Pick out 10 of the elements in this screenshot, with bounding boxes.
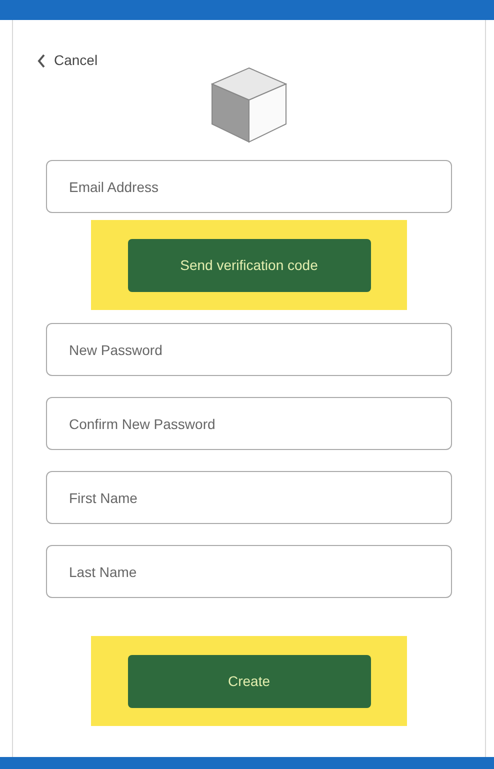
input-field[interactable]: New Password (46, 323, 452, 376)
action-button[interactable]: Create (128, 654, 370, 708)
input-field[interactable]: Confirm New Password (46, 397, 452, 450)
input-field[interactable]: Last Name (46, 545, 452, 598)
chevron-left-icon (37, 54, 46, 68)
input-field[interactable]: First Name (46, 471, 452, 524)
action-button[interactable]: Send verification code (128, 238, 370, 292)
cancel-button[interactable]: Cancel (37, 50, 98, 71)
cube-icon (210, 66, 288, 144)
input-field[interactable]: Email Address (46, 160, 452, 213)
